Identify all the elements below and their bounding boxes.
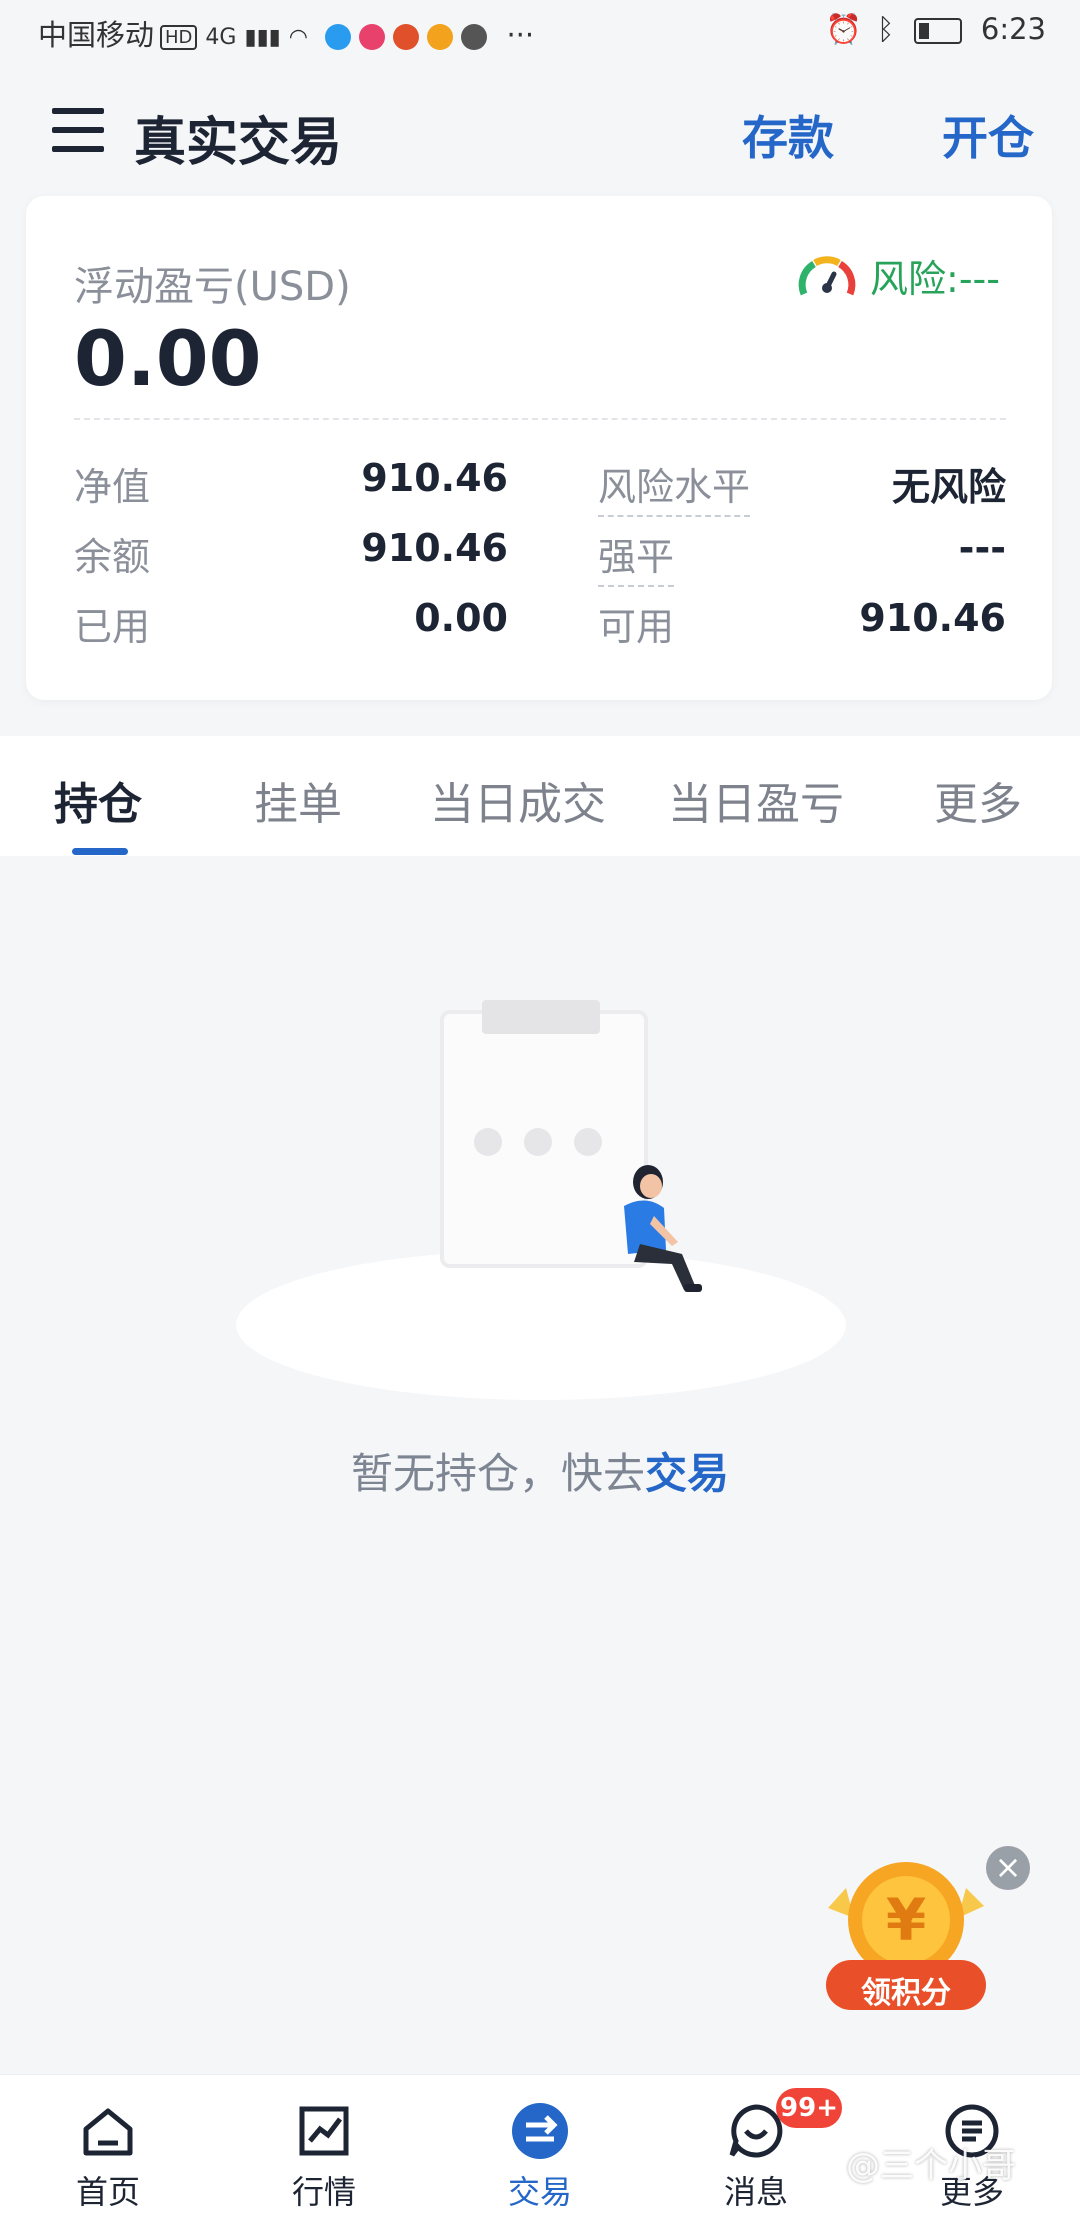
menu-icon[interactable] (52, 108, 104, 152)
balance-value: 910.46 (361, 526, 508, 570)
sitting-person-illustration (624, 1165, 702, 1292)
net-value-label: 净值 (74, 465, 151, 509)
liquidation-value: --- (958, 526, 1006, 570)
floating-pnl-label: 浮动盈亏(USD) (74, 264, 351, 310)
used-margin-value: 0.00 (414, 596, 508, 640)
network-type: 4G (205, 24, 237, 50)
nav-label: 交易 (507, 2173, 572, 2211)
app-notification-icon (393, 24, 420, 50)
empty-state-message: 暂无持仓，快去交易 (0, 1440, 1080, 1501)
tab-today-pnl[interactable]: 当日盈亏 (668, 768, 844, 832)
placeholder-dot (524, 1128, 552, 1156)
app-notification-icon (359, 24, 386, 50)
nav-label: 消息 (723, 2173, 788, 2211)
nav-label: 行情 (291, 2173, 356, 2211)
empty-state-text: 暂无持仓，快去 (350, 1449, 645, 1498)
signal-icon: ▮▮▮ (244, 24, 281, 50)
watermark: @三个小哥 (846, 2146, 1016, 2186)
clipboard-clip (482, 1000, 600, 1034)
nav-trade[interactable]: 交易 (432, 2075, 648, 2221)
risk-gauge-icon (798, 255, 856, 295)
placeholder-dot (574, 1128, 602, 1156)
tab-pending-orders[interactable]: 挂单 (254, 768, 342, 832)
available-value: 910.46 (859, 596, 1006, 640)
risk-label: 风险:--- (870, 257, 1000, 301)
status-right: ⏰ ᛒ 6:23 (826, 12, 1046, 47)
risk-level-value: 无风险 (891, 465, 1006, 509)
card-divider (74, 418, 1006, 420)
nav-home[interactable]: 首页 (0, 2075, 216, 2221)
deposit-button[interactable]: 存款 (742, 102, 834, 168)
tab-today-trades[interactable]: 当日成交 (430, 768, 606, 832)
more-notifications: ··· (506, 18, 535, 52)
position-tabs: 持仓 挂单 当日成交 当日盈亏 更多 (0, 736, 1080, 856)
tab-positions[interactable]: 持仓 (54, 768, 142, 832)
app-notification-icon (461, 24, 488, 50)
status-bar: 中国移动 HD 4G ▮▮▮ ◠ ··· ⏰ ᛒ 6:23 (0, 0, 1080, 64)
status-left: 中国移动 HD 4G ▮▮▮ ◠ ··· (38, 12, 534, 54)
risk-indicator[interactable]: 风险:--- (796, 248, 1000, 303)
open-position-button[interactable]: 开仓 (942, 102, 1034, 168)
reward-close-icon[interactable]: × (986, 1846, 1030, 1890)
exchange-icon (512, 2103, 568, 2159)
used-margin-label: 已用 (74, 605, 151, 649)
floating-pnl-value: 0.00 (74, 314, 262, 403)
placeholder-dot (474, 1128, 502, 1156)
reward-points-widget[interactable]: ¥ 领积分 (806, 1848, 1006, 2028)
account-summary-card: 浮动盈亏(USD) 0.00 风险:--- 净值 910.46 风险水平 无风险… (26, 196, 1052, 700)
available-label: 可用 (598, 605, 675, 649)
home-icon (83, 2108, 133, 2156)
bluetooth-icon: ᛒ (877, 12, 895, 46)
nav-market[interactable]: 行情 (216, 2075, 432, 2221)
chart-icon (299, 2106, 349, 2156)
wifi-icon: ◠ (288, 24, 308, 50)
coin-symbol: ¥ (886, 1886, 926, 1954)
hd-indicator: HD (160, 24, 198, 50)
nav-label: 首页 (75, 2173, 140, 2211)
app-notification-icon (325, 24, 352, 50)
balance-label: 余额 (74, 535, 151, 579)
clock: 6:23 (980, 12, 1046, 46)
liquidation-label[interactable]: 强平 (598, 526, 675, 587)
message-badge: 99+ (776, 2088, 842, 2128)
go-trade-link[interactable]: 交易 (645, 1449, 729, 1498)
tab-more[interactable]: 更多 (934, 768, 1022, 832)
battery-icon (913, 18, 962, 44)
active-tab-indicator (72, 848, 128, 855)
app-header: 真实交易 存款 开仓 (0, 64, 1080, 200)
empty-illustration-platform (236, 1250, 846, 1400)
reward-label: 领积分 (861, 1976, 951, 2011)
app-notification-icon (427, 24, 454, 50)
page-title: 真实交易 (134, 113, 343, 173)
carrier-name: 中国移动 (38, 18, 155, 52)
net-value: 910.46 (361, 456, 508, 500)
alarm-icon: ⏰ (825, 12, 862, 46)
